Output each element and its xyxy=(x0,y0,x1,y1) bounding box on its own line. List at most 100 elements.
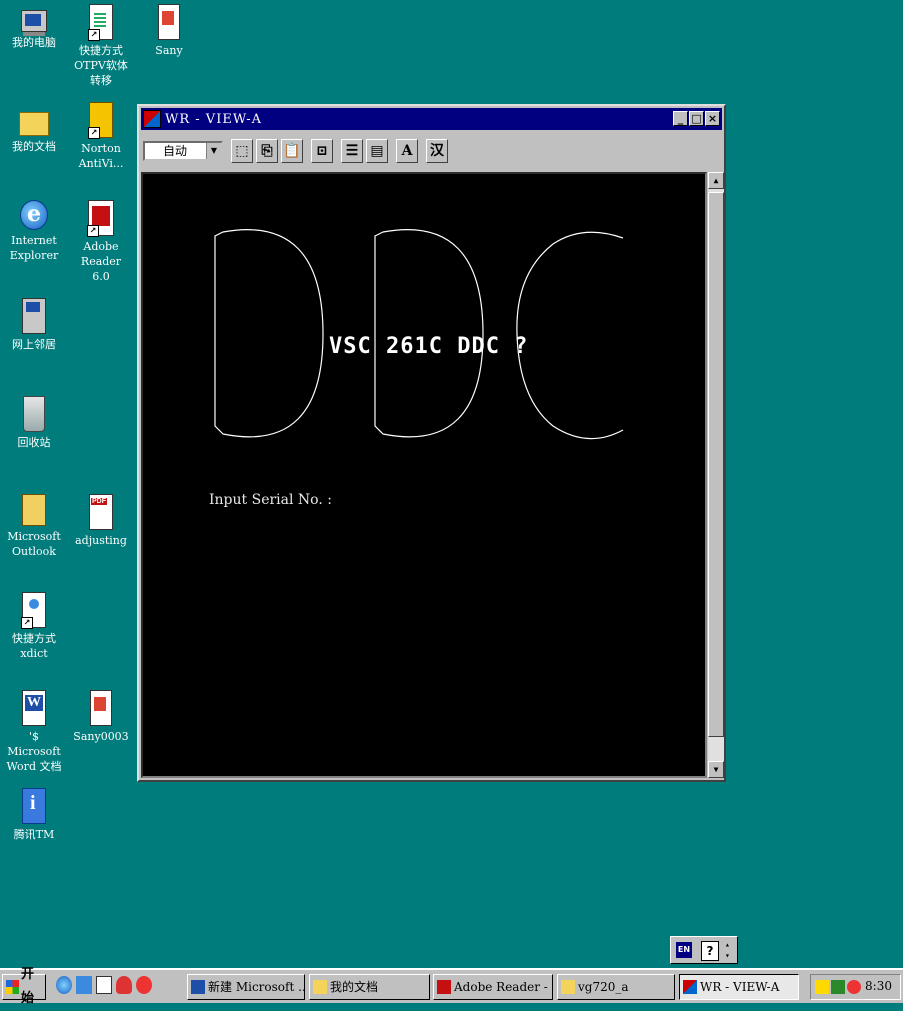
desktop-icon-label: 回收站 xyxy=(17,436,51,449)
desktop-icon-adobe-reader[interactable]: Adobe Reader 6.0 xyxy=(69,200,133,284)
ie-quicklaunch-icon[interactable] xyxy=(56,976,72,994)
xdict-icon xyxy=(21,592,46,629)
taskbar-item-word[interactable]: 新建 Microsoft ... xyxy=(187,974,305,1000)
image-file-icon xyxy=(90,690,112,726)
taskbar-item-label: 新建 Microsoft ... xyxy=(208,980,305,994)
outlook-icon xyxy=(22,494,46,526)
terminal-window[interactable]: WR - VIEW-A _ □ × 自动 ▼ ⬚ ⎘ 📋 ⊡ ☰ ▤ A 汉 V… xyxy=(137,104,726,782)
desktop-icon-internet-explorer[interactable]: Internet Explorer xyxy=(2,200,66,263)
desktop-icon-my-computer[interactable]: 我的电脑 xyxy=(2,4,66,50)
desktop-icon-label: 腾讯TM xyxy=(13,828,55,841)
background-button[interactable]: ▤ xyxy=(366,139,388,163)
network-tray-icon[interactable] xyxy=(831,980,845,994)
folder-icon xyxy=(313,980,327,994)
taskbar: 开始 新建 Microsoft ... 我的文档 Adobe Reader - … xyxy=(0,967,903,1006)
desktop-icon-sany[interactable]: Sany xyxy=(137,4,201,58)
font-button[interactable]: A xyxy=(396,139,418,163)
taskbar-item-vg720[interactable]: vg720_a xyxy=(557,974,675,1000)
excel-shortcut-icon xyxy=(88,4,113,41)
word-document-icon xyxy=(22,690,46,726)
desktop-icon-network-places[interactable]: 网上邻居 xyxy=(2,298,66,352)
copy-button[interactable]: ⎘ xyxy=(256,139,278,163)
desktop-icon-label: Sany0003 xyxy=(73,730,129,743)
language-indicator[interactable]: EN xyxy=(676,942,692,958)
desktop-icon-label: '$ Microsoft Word 文档 xyxy=(6,730,62,773)
select-tool-button[interactable]: ⬚ xyxy=(231,139,253,163)
window-toolbar: 自动 ▼ ⬚ ⎘ 📋 ⊡ ☰ ▤ A 汉 xyxy=(141,134,722,168)
qq-quicklaunch-icon[interactable] xyxy=(116,976,132,994)
desktop-icon-otpv-shortcut[interactable]: 快捷方式 OTPV软体转移 xyxy=(69,4,133,88)
desktop-icon-label: Adobe Reader 6.0 xyxy=(80,240,122,283)
desktop-icon-word-document[interactable]: '$ Microsoft Word 文档 xyxy=(2,690,66,774)
scroll-down-button[interactable]: ▼ xyxy=(708,761,724,778)
help-button[interactable]: ? xyxy=(701,941,719,961)
windows-logo-icon xyxy=(6,980,19,994)
fullscreen-button[interactable]: ⊡ xyxy=(311,139,333,163)
desktop-icon-adjusting[interactable]: adjusting xyxy=(69,494,133,548)
edit-quicklaunch-icon[interactable] xyxy=(96,976,112,994)
desktop-icon-recycle-bin[interactable]: 回收站 xyxy=(2,396,66,450)
taskbar-item-label: WR - VIEW-A xyxy=(700,980,780,994)
language-bar[interactable]: EN ? ▴ ▾ xyxy=(670,936,738,964)
outlook-express-quicklaunch-icon[interactable] xyxy=(76,976,92,994)
volume-icon[interactable] xyxy=(815,980,829,994)
taskbar-item-wr-view[interactable]: WR - VIEW-A xyxy=(679,974,799,1000)
desktop-icon-outlook[interactable]: Microsoft Outlook xyxy=(2,494,66,559)
font-size-select-value: 自动 xyxy=(163,144,188,158)
desktop-icon-label: 我的文档 xyxy=(12,140,56,153)
taskbar-item-label: 我的文档 xyxy=(330,980,379,994)
adobe-reader-icon xyxy=(87,200,114,237)
serial-number-prompt: Input Serial No. : xyxy=(209,492,332,508)
pdf-file-icon xyxy=(89,494,113,530)
desktop-icon-label: 快捷方式 OTPV软体转移 xyxy=(74,44,128,87)
terminal-banner: VSC 261C DDC ? xyxy=(329,334,529,359)
desktop-icon-label: Internet Explorer xyxy=(9,234,59,262)
network-icon xyxy=(22,298,46,334)
font-size-select[interactable]: 自动 ▼ xyxy=(143,141,223,161)
desktop-icon-xdict[interactable]: 快捷方式 xdict xyxy=(2,592,66,661)
desktop-icon-label: 快捷方式 xdict xyxy=(12,632,56,660)
vertical-scrollbar[interactable]: ▲ ▼ xyxy=(707,172,724,778)
documents-folder-icon xyxy=(19,112,49,136)
desktop-icon-label: Norton AntiVi... xyxy=(78,142,124,170)
window-title: WR - VIEW-A xyxy=(165,111,263,127)
norton-antivirus-icon xyxy=(88,102,113,139)
desktop-icon-norton[interactable]: Norton AntiVi... xyxy=(69,102,133,171)
desktop-icon-label: adjusting xyxy=(75,534,127,547)
app-icon[interactable] xyxy=(143,110,161,128)
desktop-icon-sany0003[interactable]: Sany0003 xyxy=(69,690,133,744)
chevron-down-icon[interactable]: ▼ xyxy=(206,143,221,159)
langbar-options-icon[interactable]: ▴ ▾ xyxy=(725,939,730,961)
clock[interactable]: 8:30 xyxy=(865,979,892,993)
ddc-logo-graphic xyxy=(214,229,624,440)
folder-icon xyxy=(561,980,575,994)
start-button[interactable]: 开始 xyxy=(2,967,46,1006)
close-button[interactable]: × xyxy=(705,111,720,126)
properties-button[interactable]: ☰ xyxy=(341,139,363,163)
maximize-button[interactable]: □ xyxy=(689,111,704,126)
terminal-screen[interactable]: VSC 261C DDC ? Input Serial No. : xyxy=(141,172,707,778)
paste-button[interactable]: 📋 xyxy=(281,139,303,163)
desktop-icon-label: Sany xyxy=(155,44,183,57)
desktop-icon-tencent-tm[interactable]: 腾讯TM xyxy=(2,788,66,842)
window-titlebar[interactable]: WR - VIEW-A _ □ × xyxy=(141,108,722,130)
system-tray: 8:30 xyxy=(810,974,901,1000)
weibo-tray-icon[interactable] xyxy=(847,980,861,994)
computer-icon xyxy=(21,10,47,32)
weibo-quicklaunch-icon[interactable] xyxy=(136,976,152,994)
adobe-reader-icon xyxy=(437,980,451,994)
minimize-button[interactable]: _ xyxy=(673,111,688,126)
quick-launch xyxy=(56,976,152,994)
desktop-icon-my-documents[interactable]: 我的文档 xyxy=(2,102,66,154)
desktop-icon-label: 网上邻居 xyxy=(12,338,56,351)
scroll-up-button[interactable]: ▲ xyxy=(708,172,724,189)
start-label: 开始 xyxy=(20,967,34,1006)
taskbar-item-adobe-reader[interactable]: Adobe Reader - ... xyxy=(433,974,553,1000)
taskbar-item-my-documents[interactable]: 我的文档 xyxy=(309,974,430,1000)
chinese-input-button[interactable]: 汉 xyxy=(426,139,448,163)
word-icon xyxy=(191,980,205,994)
desktop-icon-label: 我的电脑 xyxy=(12,36,56,49)
scrollbar-thumb[interactable] xyxy=(708,192,724,737)
recycle-bin-icon xyxy=(23,396,45,432)
wr-app-icon xyxy=(683,980,697,994)
